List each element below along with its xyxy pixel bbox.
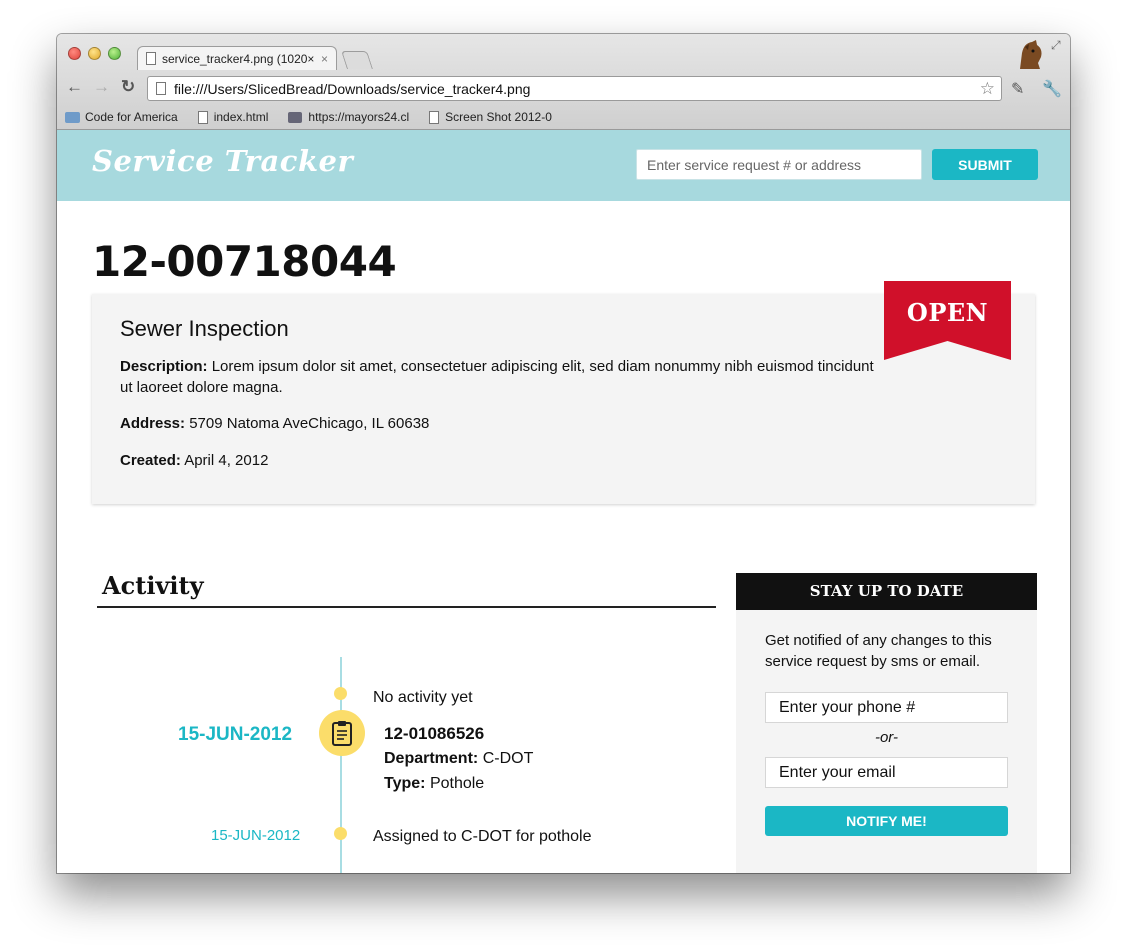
request-title: Sewer Inspection (120, 316, 289, 341)
forward-arrow-icon[interactable]: → (93, 77, 110, 97)
bookmark-star-icon[interactable]: ☆ (980, 79, 995, 99)
new-tab-button[interactable] (341, 51, 373, 69)
reload-icon[interactable]: ↻ (121, 77, 135, 97)
document-icon (197, 110, 208, 124)
entry-date: 15-JUN-2012 (178, 724, 293, 745)
bookmark-label: index.html (213, 110, 269, 124)
tab-title: service_tracker4.png (1020× (162, 51, 315, 66)
description-label: Description: (120, 358, 208, 375)
browser-window: service_tracker4.png (1020× × ⤢ ← → ↻ fi… (57, 34, 1070, 873)
address-label: Address: (120, 415, 186, 432)
bookmark-label: Code for America (85, 110, 178, 124)
bookmark-code-for-america[interactable]: Code for America (65, 110, 178, 124)
or-separator: -or- (874, 729, 899, 746)
browser-tab[interactable]: service_tracker4.png (1020× × (137, 46, 337, 70)
activity-divider (97, 606, 716, 608)
created-line: Created: April 4, 2012 (120, 450, 880, 471)
browser-chrome: service_tracker4.png (1020× × ⤢ ← → ↻ fi… (57, 34, 1070, 130)
timeline-entry-marker (319, 710, 365, 756)
notify-description: Get notified of any changes to this serv… (765, 632, 992, 670)
speech-bubble-icon (288, 111, 303, 123)
search-input[interactable] (636, 149, 922, 180)
address-bar[interactable]: file:///Users/SlicedBread/Downloads/serv… (147, 76, 1002, 101)
created-label: Created: (120, 452, 181, 469)
bookmark-index-html[interactable]: index.html (197, 110, 269, 124)
clipboard-icon (332, 721, 352, 746)
bookmark-label: https://mayors24.cl (308, 110, 410, 124)
email-input[interactable] (765, 757, 1008, 788)
notify-heading: STAY UP TO DATE (736, 573, 1037, 610)
address-text: 5709 Natoma AveChicago, IL 60638 (189, 415, 430, 432)
site-header: Service Tracker SUBMIT (57, 130, 1070, 201)
type-label: Type: (384, 775, 426, 792)
description-line: Description: Lorem ipsum dolor sit amet,… (120, 356, 880, 398)
page-content: Service Tracker SUBMIT 12-00718044 Sewer… (57, 130, 1070, 873)
folder-icon (65, 111, 80, 123)
notify-panel: STAY UP TO DATE Get notified of any chan… (736, 573, 1037, 873)
url-text[interactable]: file:///Users/SlicedBread/Downloads/serv… (174, 81, 980, 97)
type-value: Pothole (429, 775, 485, 792)
event-date: 15-JUN-2012 (211, 827, 301, 844)
bookmark-screen-shot[interactable]: Screen Shot 2012-0 (429, 110, 552, 124)
timeline-dot (334, 827, 347, 840)
site-logo[interactable]: Service Tracker (92, 144, 353, 178)
address-line: Address: 5709 Natoma AveChicago, IL 6063… (120, 413, 880, 434)
wrench-icon[interactable]: 🔧 (1042, 79, 1062, 99)
page-icon (146, 52, 156, 65)
activity-heading: Activity (102, 571, 204, 600)
request-id-heading: 12-00718044 (92, 237, 397, 286)
no-activity-text: No activity yet (373, 689, 473, 706)
browser-toolbar: ← → ↻ file:///Users/SlicedBread/Download… (57, 74, 1070, 102)
bookmark-label: Screen Shot 2012-0 (445, 110, 552, 124)
created-text: April 4, 2012 (184, 452, 269, 469)
page-menu-icon[interactable]: ✎ (1011, 79, 1024, 99)
minimize-window-button[interactable] (88, 47, 101, 60)
back-arrow-icon[interactable]: ← (66, 77, 83, 97)
close-window-button[interactable] (68, 47, 81, 60)
profile-avatar-icon[interactable] (1012, 39, 1046, 71)
bookmarks-bar: Code for America index.html https://mayo… (57, 106, 1070, 128)
entry-department: Department: C-DOT (384, 750, 533, 768)
tab-close-icon[interactable]: × (321, 52, 328, 66)
phone-input[interactable] (765, 692, 1008, 723)
document-icon (429, 110, 440, 124)
entry-request-link[interactable]: 12-01086526 (384, 724, 484, 744)
event-text: Assigned to C-DOT for pothole (373, 828, 592, 845)
submit-button[interactable]: SUBMIT (932, 149, 1038, 180)
page-icon (156, 82, 166, 95)
zoom-window-button[interactable] (108, 47, 121, 60)
entry-type: Type: Pothole (384, 775, 484, 793)
department-value: C-DOT (482, 750, 534, 767)
department-label: Department: (384, 750, 479, 767)
description-text: Lorem ipsum dolor sit amet, consectetuer… (120, 358, 874, 396)
bookmark-mayors24[interactable]: https://mayors24.cl (288, 110, 409, 124)
timeline-dot (334, 687, 347, 700)
notify-button[interactable]: NOTIFY ME! (765, 806, 1008, 836)
fullscreen-icon[interactable]: ⤢ (1051, 38, 1061, 53)
